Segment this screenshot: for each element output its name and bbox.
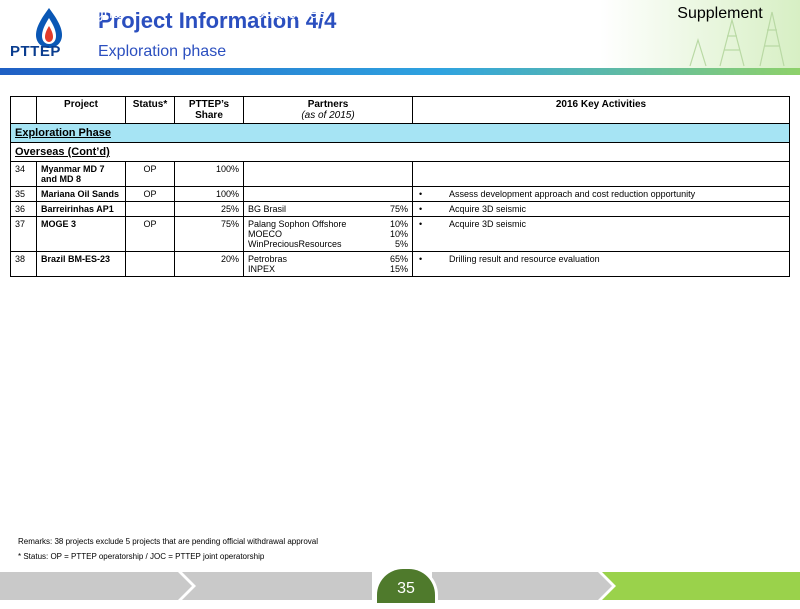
bullet-icon: • [419,204,423,214]
row-share: 100% [174,186,244,202]
partner-share: 10% [389,219,408,229]
section-row: Exploration Phase [10,123,790,143]
row-activities: • Assess development approach and cost re… [412,186,790,202]
nav-strategies[interactable]: Strategies [240,0,340,28]
page-subtitle: Exploration phase [98,43,227,60]
row-share: 25% [174,201,244,217]
partner-name: MOECO [248,229,283,239]
row-partners [243,161,413,187]
row-number: 38 [10,251,37,277]
remarks-text: Remarks: 38 projects exclude 5 projects … [18,537,319,546]
row-status: OP [125,216,175,252]
activity-item: • Acquire 3D seismic [417,204,785,214]
table-row: 36 Barreirinhas AP1 25% BG Brasil 75% • Acquir… [10,201,790,217]
header-divider [0,68,800,75]
column-header-activities: 2016 Key Activities [412,96,790,124]
table-row: 38 Brazil BM-ES-23 20% Petrobras 65% INPEX 15%… [10,251,790,277]
row-status [125,201,175,217]
nav-highlights[interactable]: Highlights [40,0,140,28]
row-project: Mariana Oil Sands [36,186,126,202]
status-footnote: * Status: OP = PTTEP operatorship / JOC … [18,552,265,561]
partner-name: Petrobras [248,254,288,264]
row-share: 20% [174,251,244,277]
row-status [125,251,175,277]
partner-share: 10% [389,229,408,239]
subsection-cell: Overseas (Cont’d) [10,142,790,162]
row-share: 75% [174,216,244,252]
partner-share: 5% [394,239,408,249]
row-activities: • Acquire 3D seismic [412,216,790,252]
table-row: 35 Mariana Oil Sands OP 100% • Assess develop… [10,186,790,202]
nav-key-takeaways[interactable]: Key Takeaways [440,0,580,28]
table-header-row: Project Status* PTTEP’s Share Partners (… [10,96,790,124]
row-activities [412,161,790,187]
row-partners [243,186,413,202]
row-share: 100% [174,161,244,187]
row-status: OP [125,161,175,187]
row-number: 36 [10,201,37,217]
section-label: Exploration Phase [15,127,111,139]
row-partners: Petrobras 65% INPEX 15% [243,251,413,277]
row-project: Brazil BM-ES-23 [36,251,126,277]
activity-item: • Drilling result and resource evaluation [417,254,785,264]
partner-line: WinPreciousResources 5% [248,239,408,249]
partners-header-sublabel: (as of 2015) [301,110,355,121]
subsection-label: Overseas (Cont’d) [15,146,110,158]
partner-share: 75% [389,204,408,214]
row-activities: • Acquire 3D seismic [412,201,790,217]
activity-item: • Acquire 3D seismic [417,219,785,229]
table-row: 34 Myanmar MD 7 and MD 8 OP 100% [10,161,790,187]
row-partners: Palang Sophon Offshore 10% MOECO 10% WinPrec… [243,216,413,252]
row-partners: BG Brasil 75% [243,201,413,217]
column-header-status: Status* [125,96,175,124]
nav-supplement[interactable]: Supplement [660,0,780,28]
logo-text: PTTEP [10,43,61,60]
section-cell: Exploration Phase [10,123,790,143]
activity-text: Acquire 3D seismic [449,219,527,229]
activity-text: Assess development approach and cost red… [449,189,696,199]
row-status: OP [125,186,175,202]
column-header-share: PTTEP’s Share [174,96,244,124]
row-number: 34 [10,161,37,187]
bullet-icon: • [419,219,423,229]
bullet-icon: • [419,254,423,264]
partner-share: 65% [389,254,408,264]
row-project: Barreirinhas AP1 [36,201,126,217]
project-table: Project Status* PTTEP’s Share Partners (… [10,96,790,277]
partners-header-label: Partners [307,99,349,110]
column-header-project: Project [36,96,126,124]
partner-line: INPEX 15% [248,264,408,274]
partner-name: BG Brasil [248,204,287,214]
table-row: 37 MOGE 3 OP 75% Palang Sophon Offshore 10% MO… [10,216,790,252]
partner-line: BG Brasil 75% [248,204,408,214]
partner-line: Petrobras 65% [248,254,408,264]
bullet-icon: • [419,189,423,199]
partner-name: WinPreciousResources [248,239,342,249]
activity-text: Acquire 3D seismic [449,204,527,214]
row-number: 37 [10,216,37,252]
row-project: MOGE 3 [36,216,126,252]
partner-name: INPEX [248,264,276,274]
row-project: Myanmar MD 7 and MD 8 [36,161,126,187]
partner-share: 15% [389,264,408,274]
partner-name: Palang Sophon Offshore [248,219,347,229]
subsection-row: Overseas (Cont’d) [10,142,790,162]
partner-line: MOECO 10% [248,229,408,239]
row-number: 35 [10,186,37,202]
row-activities: • Drilling result and resource evaluation [412,251,790,277]
column-header-partners: Partners (as of 2015) [243,96,413,124]
partner-line: Palang Sophon Offshore 10% [248,219,408,229]
activity-text: Drilling result and resource evaluation [449,254,600,264]
activity-item: • Assess development approach and cost re… [417,189,785,199]
column-header-number [10,96,37,124]
